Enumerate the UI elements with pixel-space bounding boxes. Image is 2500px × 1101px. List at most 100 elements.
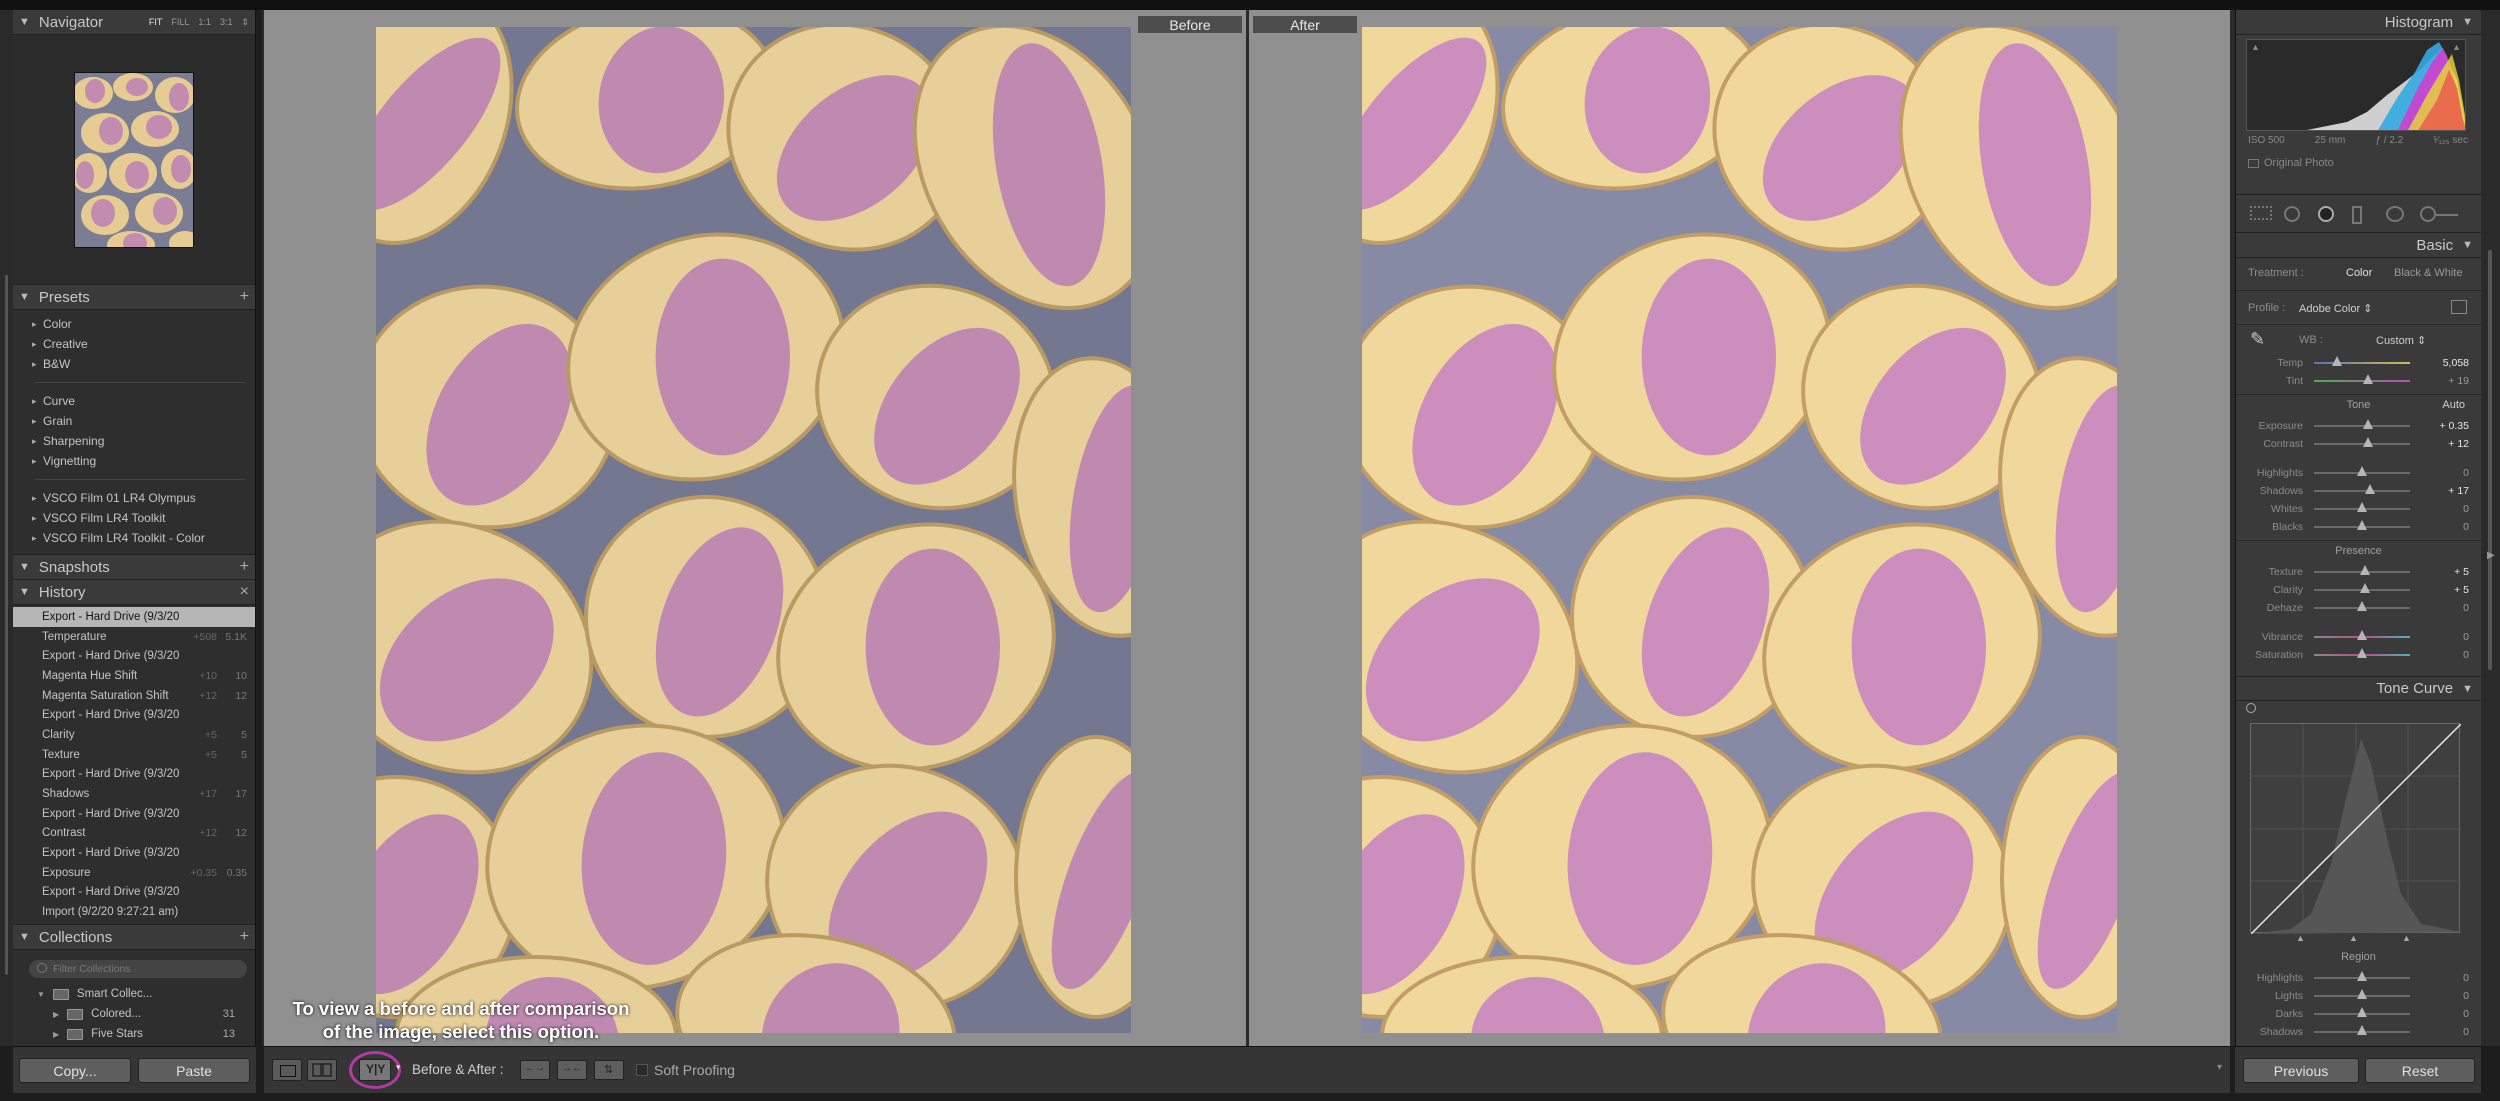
after-photo[interactable] — [1362, 27, 2117, 1033]
slider-knob[interactable] — [2359, 583, 2370, 593]
histogram-panel[interactable]: ▲ ▲ ISO 500 25 mm ƒ / 2.2 ¹⁄₁₂₅ sec Orig… — [2236, 35, 2481, 195]
slider-exposure[interactable]: Exposure + 0.35 — [2236, 417, 2481, 435]
soft-proofing-checkbox[interactable] — [636, 1064, 648, 1076]
history-header[interactable]: ▼ History × — [13, 580, 255, 605]
history-item[interactable]: Export - Hard Drive (9/3/20 11:05:30 am) — [13, 843, 255, 863]
slider-value[interactable]: + 12 — [2448, 438, 2469, 450]
slider-value[interactable]: 0 — [2463, 503, 2469, 515]
spot-removal-tool-icon[interactable] — [2284, 206, 2300, 222]
slider-value[interactable]: 0 — [2463, 1026, 2469, 1038]
tone-curve-graph[interactable] — [2250, 723, 2462, 935]
white-balance-eyedropper-icon[interactable]: ✎ — [2250, 329, 2265, 350]
slider-value[interactable]: 0 — [2463, 990, 2469, 1002]
clear-history-icon[interactable]: × — [240, 583, 249, 601]
slider-clarity[interactable]: Clarity + 5 — [2236, 581, 2481, 599]
preset-group-curve[interactable]: Curve — [13, 391, 255, 411]
preset-group-sharpening[interactable]: Sharpening — [13, 431, 255, 451]
collection-item-colored[interactable]: ▶ Colored... 31 — [13, 1004, 255, 1024]
slider-knob[interactable] — [2362, 437, 2373, 447]
slider-knob[interactable] — [2357, 630, 2367, 640]
radial-filter-tool-icon[interactable] — [2386, 206, 2404, 222]
preset-group-bw[interactable]: B&W — [13, 354, 255, 374]
before-after-left-right-button[interactable] — [307, 1059, 337, 1081]
slider-dehaze[interactable]: Dehaze 0 — [2236, 599, 2481, 617]
slider-texture[interactable]: Texture + 5 — [2236, 563, 2481, 581]
slider-value[interactable]: 0 — [2463, 1008, 2469, 1020]
slider-knob[interactable] — [2357, 648, 2367, 658]
slider-shadows[interactable]: Shadows 0 — [2236, 1023, 2481, 1041]
adjustment-brush-tool-icon[interactable] — [2420, 206, 2436, 222]
collapse-triangle-icon[interactable]: ▼ — [2462, 16, 2473, 28]
history-item[interactable]: Export - Hard Drive (9/3/20 11:16:06 am) — [13, 607, 255, 627]
slider-value[interactable]: + 5 — [2454, 584, 2469, 596]
crop-overlay-tool-icon[interactable] — [2250, 206, 2272, 220]
shadow-clipping-icon[interactable]: ▲ — [2251, 42, 2260, 52]
slider-knob[interactable] — [2359, 565, 2370, 575]
collapse-triangle-icon[interactable]: ▼ — [2462, 683, 2473, 695]
slider-knob[interactable] — [2357, 502, 2367, 512]
slider-value[interactable]: 0 — [2463, 467, 2469, 479]
preset-group-grain[interactable]: Grain — [13, 411, 255, 431]
copy-button[interactable]: Copy... — [19, 1058, 131, 1083]
preset-group-vsco-toolkit-color[interactable]: VSCO Film LR4 Toolkit - Color — [13, 528, 255, 548]
slider-blacks[interactable]: Blacks 0 — [2236, 518, 2481, 536]
compare-mode-dropdown-icon[interactable]: ▾ — [396, 1062, 401, 1073]
slider-knob[interactable] — [2357, 520, 2367, 530]
preset-group-creative[interactable]: Creative — [13, 334, 255, 354]
preset-group-vsco-toolkit[interactable]: VSCO Film LR4 Toolkit — [13, 508, 255, 528]
slider-shadows[interactable]: Shadows + 17 — [2236, 482, 2481, 500]
slider-knob[interactable] — [2357, 989, 2367, 999]
slider-knob[interactable] — [2362, 374, 2373, 384]
slider-tint[interactable]: Tint + 19 — [2236, 372, 2481, 390]
swap-before-after-button[interactable]: ⇅ — [594, 1060, 624, 1080]
history-item[interactable]: Export - Hard Drive (9/3/20 11:10:02 am) — [13, 705, 255, 725]
paste-button[interactable]: Paste — [138, 1058, 250, 1083]
copy-after-to-before-button[interactable]: →← — [557, 1060, 587, 1080]
left-panel-scrollbar[interactable] — [0, 10, 13, 1046]
collections-header[interactable]: ▼ Collections + — [13, 925, 255, 950]
slider-track[interactable] — [2314, 362, 2410, 364]
slider-vibrance[interactable]: Vibrance 0 — [2236, 628, 2481, 646]
history-item[interactable]: Export - Hard Drive (9/3/20 11:07:20 am) — [13, 804, 255, 824]
targeted-adjustment-icon[interactable] — [2246, 703, 2256, 713]
auto-tone-button[interactable]: Auto — [2442, 399, 2465, 411]
scrollbar-thumb[interactable] — [5, 275, 8, 975]
slider-value[interactable]: 5,058 — [2443, 357, 2469, 369]
slider-knob[interactable] — [2362, 419, 2373, 429]
add-collection-icon[interactable]: + — [240, 928, 249, 946]
history-item[interactable]: Temperature +508 5.1K — [13, 627, 255, 647]
zoom-1to1-option[interactable]: 1:1 — [198, 17, 211, 28]
history-item[interactable]: Export - Hard Drive (9/3/20 11:00:38 am) — [13, 883, 255, 903]
history-item[interactable]: Clarity +5 5 — [13, 725, 255, 745]
treatment-bw-option[interactable]: Black & White — [2394, 267, 2462, 279]
history-item[interactable]: Texture +5 5 — [13, 745, 255, 765]
slider-lights[interactable]: Lights 0 — [2236, 987, 2481, 1005]
slider-contrast[interactable]: Contrast + 12 — [2236, 435, 2481, 453]
slider-value[interactable]: 0 — [2463, 631, 2469, 643]
navigator-thumbnail[interactable] — [74, 71, 194, 248]
original-photo-toggle[interactable]: Original Photo — [2248, 157, 2334, 169]
loupe-view-button[interactable] — [272, 1059, 302, 1081]
panel-collapse-arrow-icon[interactable]: ▶ — [2487, 550, 2495, 561]
graduated-filter-tool-icon[interactable] — [2352, 206, 2362, 224]
slider-value[interactable]: 0 — [2463, 602, 2469, 614]
reset-button[interactable]: Reset — [2365, 1058, 2475, 1083]
preset-group-vignetting[interactable]: Vignetting — [13, 451, 255, 471]
copy-before-to-after-button[interactable]: ←→ — [520, 1060, 550, 1080]
profile-browser-grid-icon[interactable] — [2451, 300, 2467, 314]
disclosure-open-icon[interactable]: ▼ — [37, 990, 45, 999]
slider-value[interactable]: 0 — [2463, 521, 2469, 533]
history-item[interactable]: Magenta Saturation Shift +12 12 — [13, 686, 255, 706]
collection-item-five-stars[interactable]: ▶ Five Stars 13 — [13, 1024, 255, 1044]
history-item[interactable]: Magenta Hue Shift +10 10 — [13, 666, 255, 686]
preset-group-color[interactable]: Color — [13, 314, 255, 334]
collapse-triangle-icon[interactable]: ▼ — [19, 586, 30, 598]
slider-value[interactable]: 0 — [2463, 649, 2469, 661]
basic-header[interactable]: Basic ▼ — [2236, 233, 2481, 258]
slider-value[interactable]: + 5 — [2454, 566, 2469, 578]
history-item[interactable]: Exposure +0.35 0.35 — [13, 863, 255, 883]
slider-knob[interactable] — [2357, 1007, 2367, 1017]
add-snapshot-icon[interactable]: + — [240, 558, 249, 576]
zoom-3to1-option[interactable]: 3:1 — [220, 17, 233, 28]
history-item[interactable]: Export - Hard Drive (9/3/20 11:08:39 am) — [13, 765, 255, 785]
